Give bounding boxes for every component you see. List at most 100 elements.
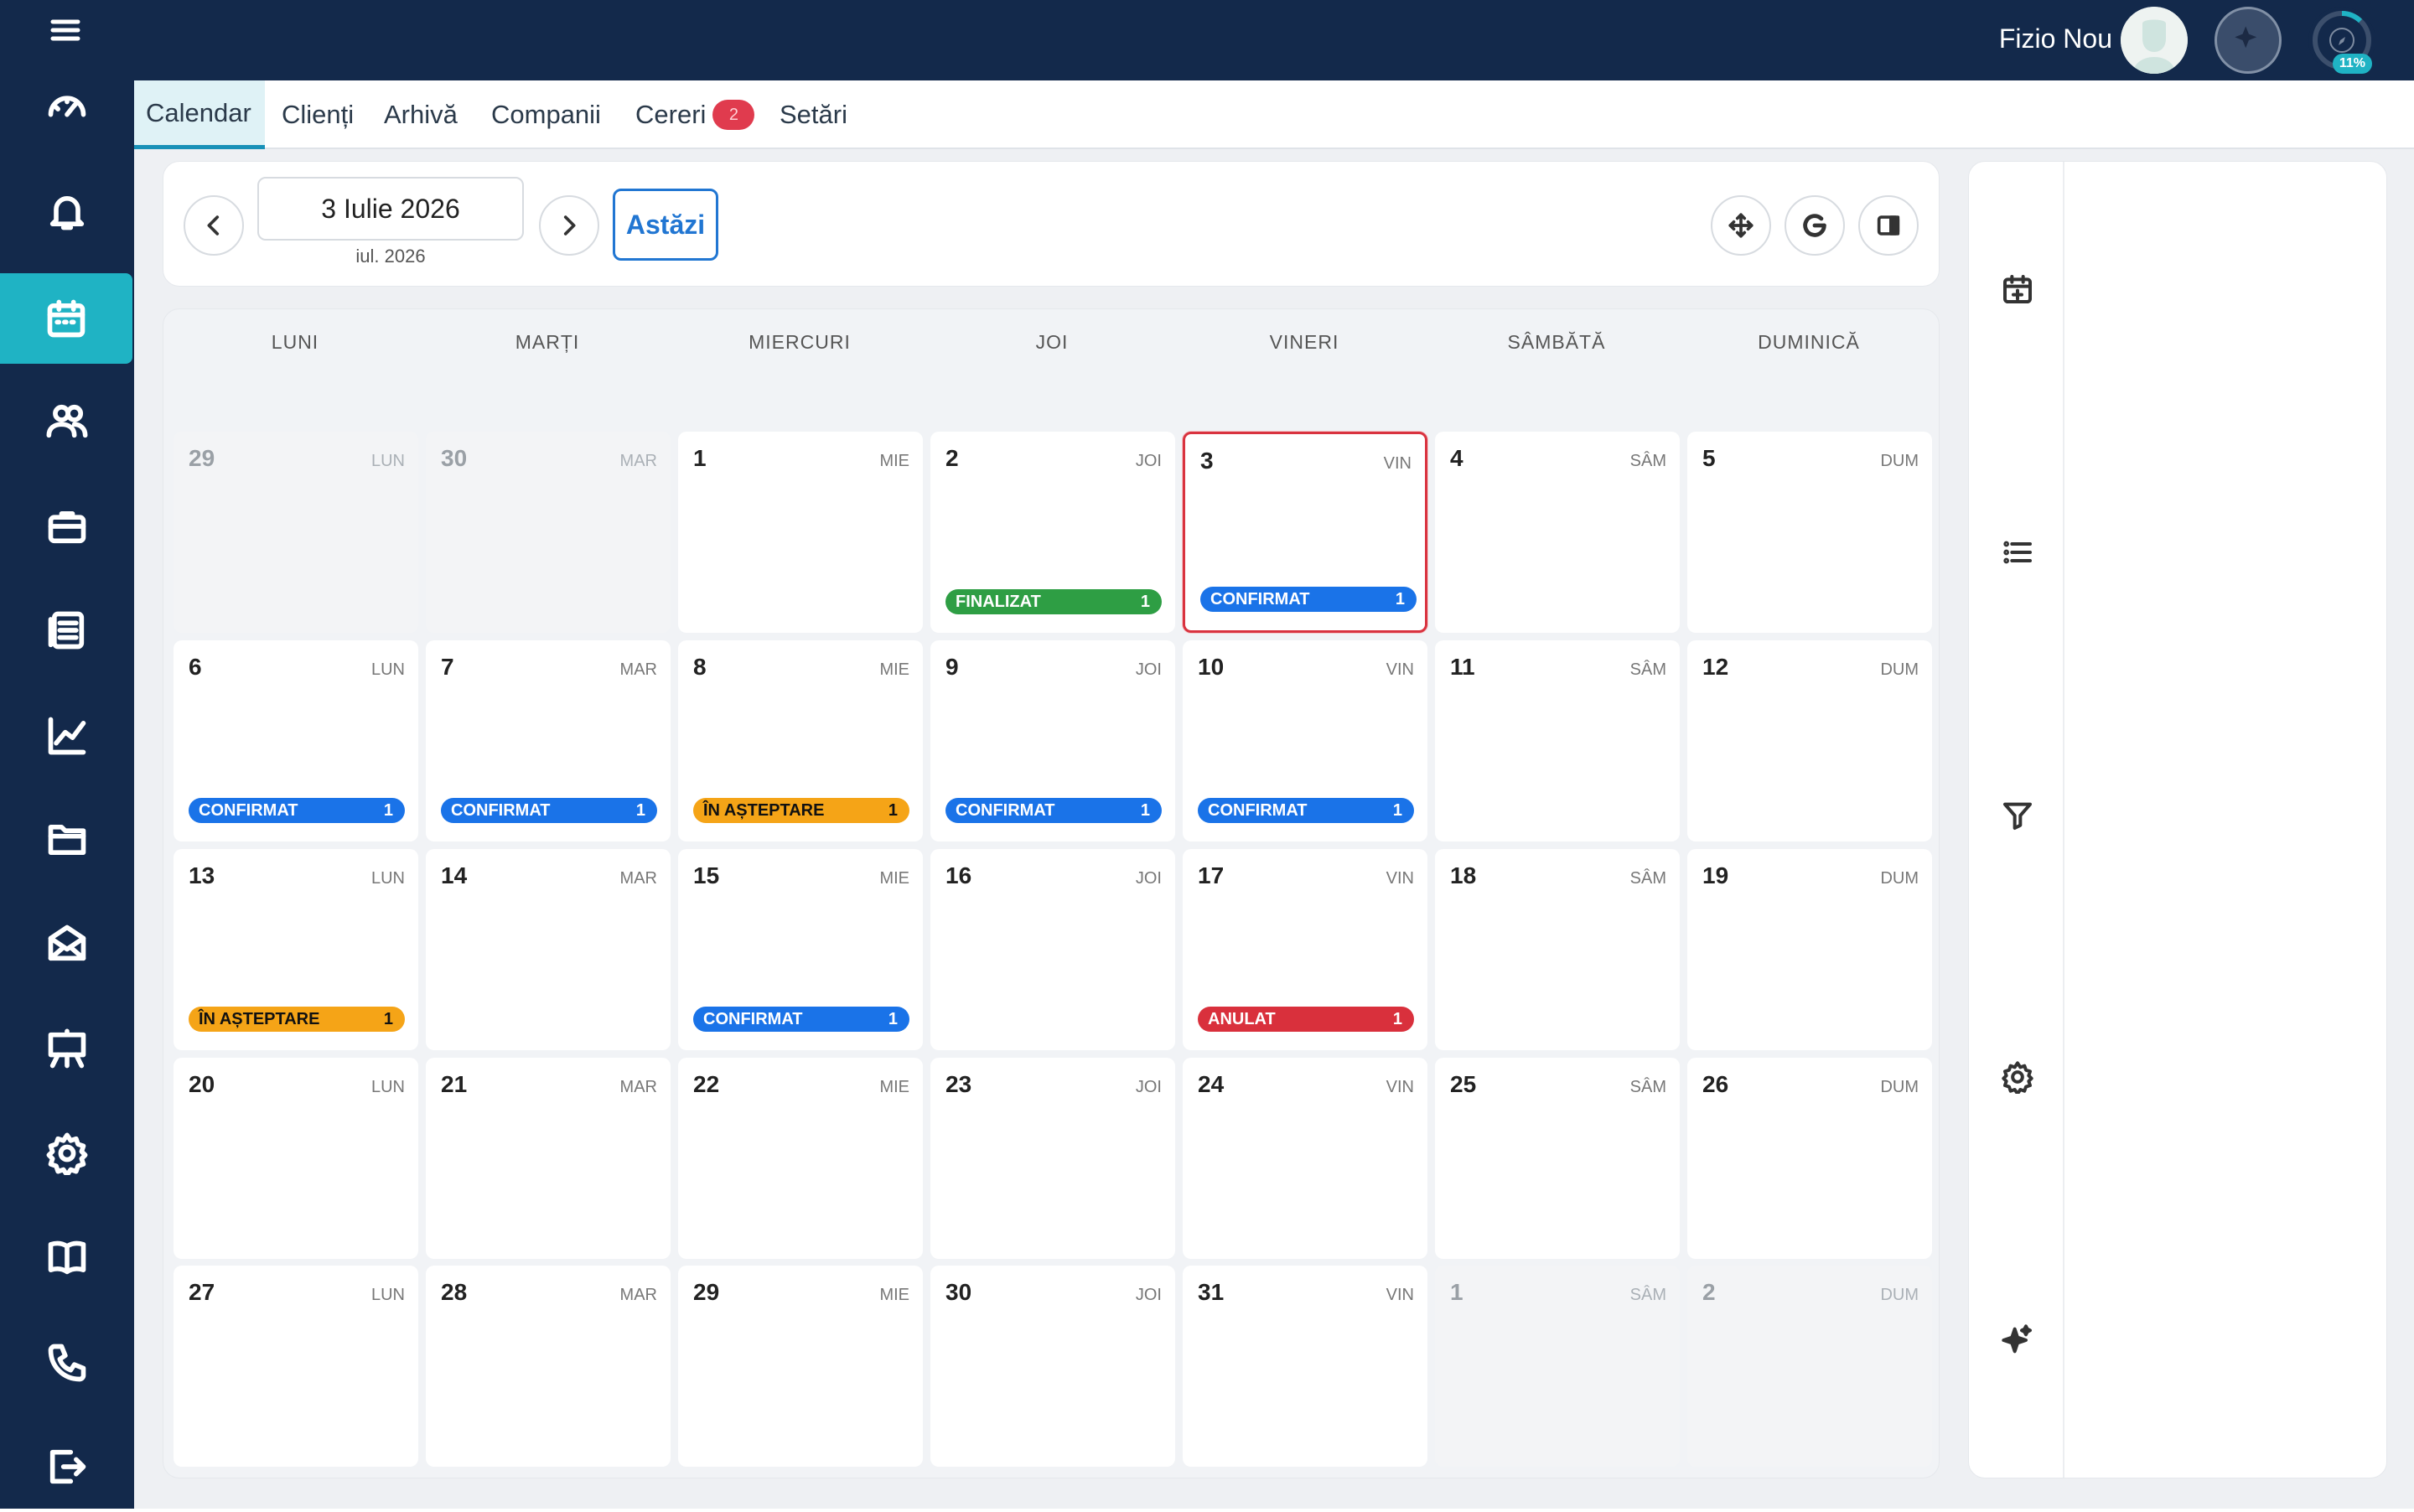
logout-icon[interactable] xyxy=(0,1421,134,1512)
sparkles-icon[interactable] xyxy=(1997,1320,2038,1360)
calendar-day[interactable]: 29 MIE xyxy=(678,1266,923,1467)
calendar-day[interactable]: 15 MIE CONFIRMAT 1 xyxy=(678,849,923,1050)
calendar-day[interactable]: 11 SÂM xyxy=(1435,640,1680,841)
day-abbreviation: VIN xyxy=(1383,454,1412,473)
calendar-day[interactable]: 2 DUM xyxy=(1687,1266,1932,1467)
calendar-day[interactable]: 9 JOI CONFIRMAT 1 xyxy=(930,640,1175,841)
day-number: 30 xyxy=(945,1279,972,1305)
status-label: CONFIRMAT xyxy=(1208,801,1308,820)
calendar-day[interactable]: 28 MAR xyxy=(426,1266,671,1467)
calendar-day[interactable]: 1 MIE xyxy=(678,432,923,633)
calendar-day[interactable]: 12 DUM xyxy=(1687,640,1932,841)
google-sync-button[interactable] xyxy=(1785,195,1845,256)
bell-icon[interactable] xyxy=(0,166,134,256)
calendar-day[interactable]: 30 JOI xyxy=(930,1266,1175,1467)
appointment-status-badge[interactable]: CONFIRMAT 1 xyxy=(1200,587,1417,612)
day-abbreviation: VIN xyxy=(1386,869,1414,888)
appointment-status-badge[interactable]: ÎN AȘTEPTARE 1 xyxy=(693,798,909,823)
tab-clienti[interactable]: Clienți xyxy=(270,80,365,149)
calendar-day[interactable]: 4 SÂM xyxy=(1435,432,1680,633)
appointment-status-badge[interactable]: CONFIRMAT 1 xyxy=(189,798,405,823)
easel-icon[interactable] xyxy=(0,1004,134,1095)
next-button[interactable] xyxy=(539,195,599,256)
ai-assistant-icon[interactable] xyxy=(2215,7,2282,74)
appointment-status-badge[interactable]: CONFIRMAT 1 xyxy=(1198,798,1414,823)
calendar-day[interactable]: 7 MAR CONFIRMAT 1 xyxy=(426,640,671,841)
calendar-day[interactable]: 24 VIN xyxy=(1183,1058,1427,1259)
book-icon[interactable] xyxy=(0,1212,134,1302)
day-number: 31 xyxy=(1198,1279,1225,1305)
calendar-day[interactable]: 2 JOI FINALIZAT 1 xyxy=(930,432,1175,633)
calendar-day[interactable]: 16 JOI xyxy=(930,849,1175,1050)
calendar-day[interactable]: 23 JOI xyxy=(930,1058,1175,1259)
calendar-day[interactable]: 1 SÂM xyxy=(1435,1266,1680,1467)
dashboard-icon[interactable] xyxy=(0,62,134,153)
calendar-day[interactable]: 30 MAR xyxy=(426,432,671,633)
gear-icon[interactable] xyxy=(0,1108,134,1199)
calendar-day[interactable]: 21 MAR xyxy=(426,1058,671,1259)
briefcase-icon[interactable] xyxy=(0,481,134,572)
filter-icon[interactable] xyxy=(1997,795,2038,836)
folder-icon[interactable] xyxy=(0,795,134,885)
appointment-status-badge[interactable]: ÎN AȘTEPTARE 1 xyxy=(189,1007,405,1032)
settings-icon[interactable] xyxy=(1997,1057,2038,1097)
day-abbreviation: VIN xyxy=(1386,660,1414,679)
calendar-day-today[interactable]: 3 VIN CONFIRMAT 1 xyxy=(1183,432,1427,633)
hamburger-menu-icon[interactable] xyxy=(40,8,91,52)
move-button[interactable] xyxy=(1711,195,1771,256)
avatar[interactable] xyxy=(2121,7,2188,74)
previous-button[interactable] xyxy=(184,195,244,256)
day-number: 19 xyxy=(1702,862,1729,888)
day-number: 15 xyxy=(693,862,720,888)
tab-arhiva[interactable]: Arhivă xyxy=(372,80,469,149)
users-icon[interactable] xyxy=(0,375,134,466)
progress-badge: 11% xyxy=(2332,54,2372,74)
calendar-icon[interactable] xyxy=(0,273,132,364)
sidebar xyxy=(0,0,134,1509)
day-abbreviation: MIE xyxy=(879,869,909,888)
appointment-status-badge[interactable]: CONFIRMAT 1 xyxy=(693,1007,909,1032)
day-abbreviation: MAR xyxy=(619,1286,657,1304)
tab-cereri[interactable]: Cereri 2 xyxy=(624,80,766,149)
calendar-day[interactable]: 5 DUM xyxy=(1687,432,1932,633)
tab-calendar[interactable]: Calendar xyxy=(134,80,265,149)
appointment-status-badge[interactable]: FINALIZAT 1 xyxy=(945,589,1162,614)
day-number: 17 xyxy=(1198,862,1225,888)
calendar-day[interactable]: 10 VIN CONFIRMAT 1 xyxy=(1183,640,1427,841)
day-abbreviation: JOI xyxy=(1135,869,1162,888)
calendar-day[interactable]: 17 VIN ANULAT 1 xyxy=(1183,849,1427,1050)
appointment-status-badge[interactable]: CONFIRMAT 1 xyxy=(441,798,657,823)
list-icon[interactable] xyxy=(1997,532,2038,572)
tab-setari[interactable]: Setări xyxy=(768,80,859,149)
calendar-day[interactable]: 29 LUN xyxy=(174,432,418,633)
calendar-day[interactable]: 26 DUM xyxy=(1687,1058,1932,1259)
calendar-add-icon[interactable] xyxy=(1997,269,2038,309)
calendar-day[interactable]: 14 MAR xyxy=(426,849,671,1050)
calendar-day[interactable]: 18 SÂM xyxy=(1435,849,1680,1050)
calendar-day[interactable]: 8 MIE ÎN AȘTEPTARE 1 xyxy=(678,640,923,841)
day-number: 13 xyxy=(189,862,215,888)
calendar-day[interactable]: 22 MIE xyxy=(678,1058,923,1259)
panel-toggle-button[interactable] xyxy=(1858,195,1919,256)
appointment-status-badge[interactable]: ANULAT 1 xyxy=(1198,1007,1414,1032)
calendar-day[interactable]: 31 VIN xyxy=(1183,1266,1427,1467)
document-list-icon[interactable] xyxy=(0,585,134,676)
calendar-day[interactable]: 20 LUN xyxy=(174,1058,418,1259)
current-date[interactable]: 3 Iulie 2026 xyxy=(257,177,524,241)
day-abbreviation: LUN xyxy=(370,1286,405,1304)
calendar-day[interactable]: 25 SÂM xyxy=(1435,1058,1680,1259)
tab-label: Calendar xyxy=(146,97,251,127)
tab-companii[interactable]: Companii xyxy=(479,80,613,149)
phone-icon[interactable] xyxy=(0,1318,134,1408)
mail-icon[interactable] xyxy=(0,898,134,989)
calendar-day[interactable]: 13 LUN ÎN AȘTEPTARE 1 xyxy=(174,849,418,1050)
day-number: 21 xyxy=(441,1071,468,1097)
today-button[interactable]: Astăzi xyxy=(613,189,718,261)
appointment-status-badge[interactable]: CONFIRMAT 1 xyxy=(945,798,1162,823)
calendar-day[interactable]: 27 LUN xyxy=(174,1266,418,1467)
chart-icon[interactable] xyxy=(0,691,134,781)
day-number: 1 xyxy=(1450,1279,1463,1305)
calendar-day[interactable]: 6 LUN CONFIRMAT 1 xyxy=(174,640,418,841)
calendar-day[interactable]: 19 DUM xyxy=(1687,849,1932,1050)
appointment-count: 1 xyxy=(1392,801,1402,820)
